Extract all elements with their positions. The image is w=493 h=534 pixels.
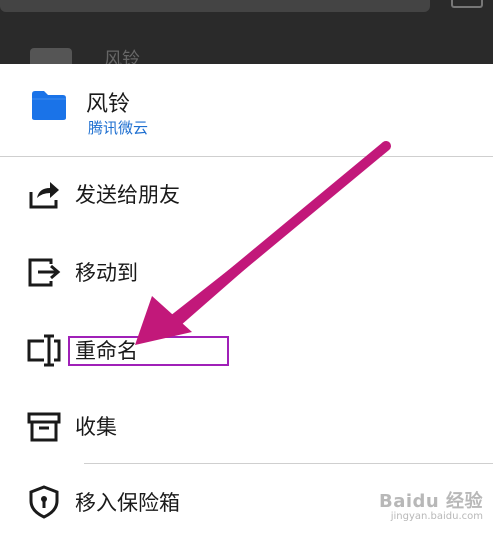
menu-item-collect[interactable]: 收集 (0, 396, 493, 456)
watermark-sub-text: jingyan.baidu.com (390, 511, 483, 522)
archive-icon (27, 412, 61, 442)
file-header: 风铃 腾讯微云 (0, 64, 493, 156)
menu-label-collect: 收集 (75, 415, 117, 439)
menu-item-send-to-friend[interactable]: 发送给朋友 (0, 164, 493, 224)
menu-item-move-to[interactable]: 移动到 (0, 242, 493, 302)
menu-label-send-to-friend: 发送给朋友 (75, 183, 180, 207)
folder-icon (32, 91, 66, 120)
background-folder-icon (30, 48, 72, 64)
rename-highlight-box (68, 336, 229, 366)
header-divider (0, 156, 493, 157)
file-location: 腾讯微云 (88, 119, 149, 137)
shield-icon (29, 485, 59, 519)
menu-divider (84, 463, 493, 464)
file-name: 风铃 (86, 92, 131, 117)
menu-label-move-to-safe: 移入保险箱 (75, 491, 180, 515)
menu-label-move-to: 移动到 (75, 261, 138, 285)
background-file-list: 搜索 风铃 (0, 0, 493, 64)
background-search-bar: 搜索 (0, 0, 430, 12)
share-icon (29, 182, 59, 209)
background-file-name: 风铃 (104, 49, 140, 64)
background-tray-icon (451, 0, 483, 8)
action-sheet: 风铃 腾讯微云 发送给朋友 移动到 重命名 收集 移入保险箱 (0, 64, 493, 534)
watermark-main-text: Baidu 经验 (378, 491, 483, 512)
rename-icon (27, 334, 61, 367)
move-icon (28, 258, 61, 287)
baidu-watermark: Baidu 经验 jingyan.baidu.com (379, 487, 483, 522)
